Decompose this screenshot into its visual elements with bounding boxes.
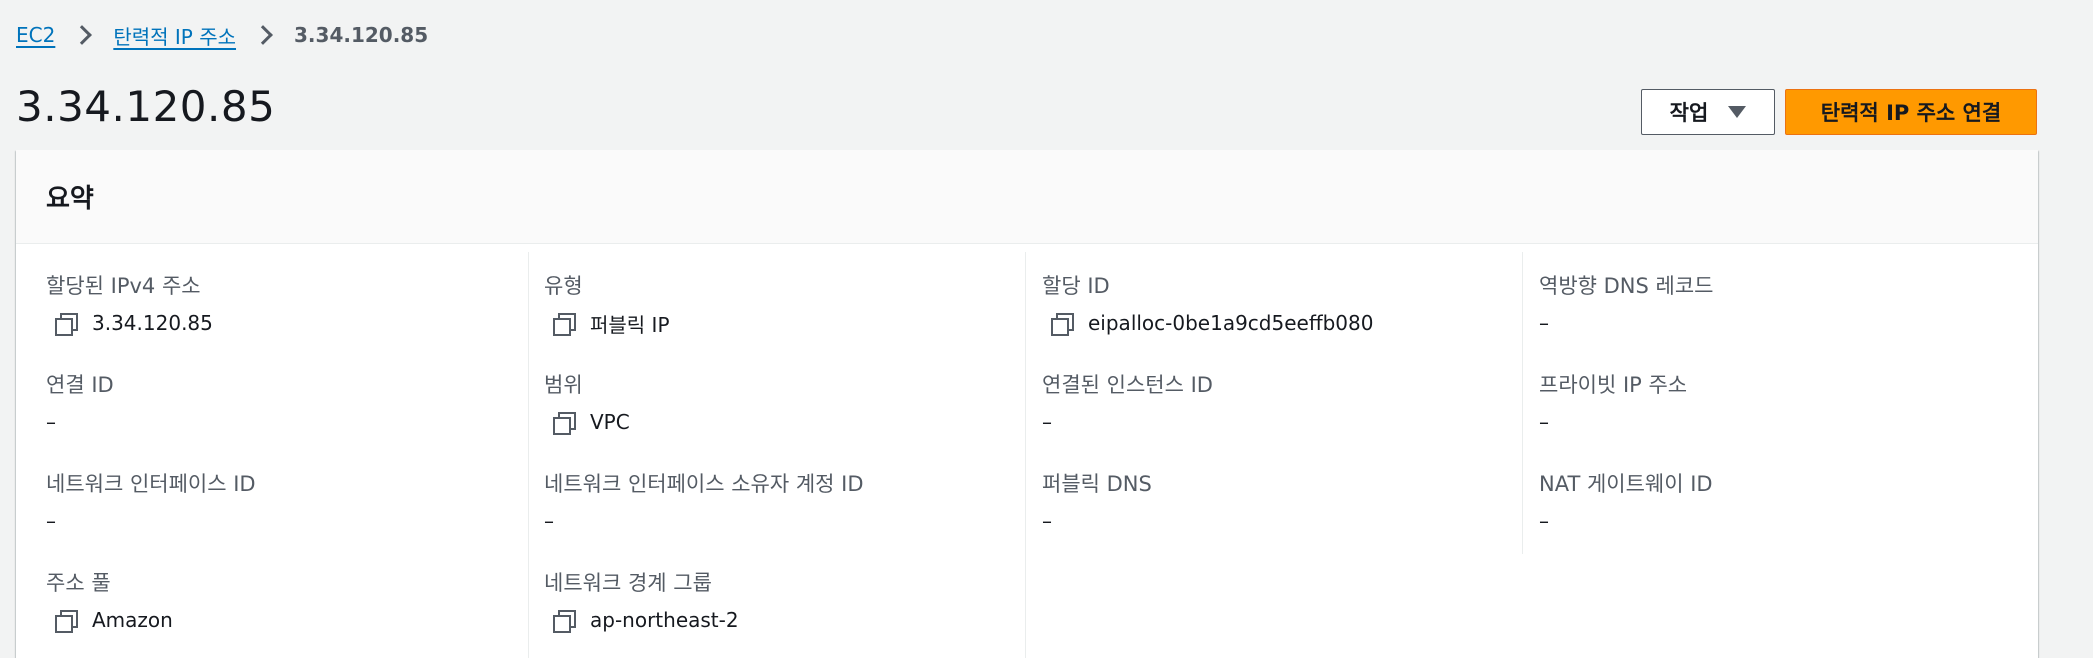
- field-value: –: [544, 508, 1004, 534]
- summary-panel-header: 요약: [16, 150, 2038, 244]
- field-value-text: VPC: [590, 410, 630, 434]
- field-value: –: [1042, 508, 1502, 534]
- column-divider: [1522, 252, 1523, 554]
- field-value-text: –: [1042, 509, 1052, 533]
- summary-grid: 할당된 IPv4 주소 3.34.120.85 연결 ID – 네트워크 인터페…: [16, 244, 2038, 658]
- field-private-ip: 프라이빗 IP 주소 –: [1539, 369, 1999, 435]
- copy-icon[interactable]: [54, 312, 78, 336]
- field-value-text: –: [1539, 410, 1549, 434]
- field-value-text: –: [46, 410, 56, 434]
- field-value-text: eipalloc-0be1a9cd5eeffb080: [1088, 311, 1374, 335]
- field-value: –: [1539, 310, 1999, 336]
- field-network-interface-owner: 네트워크 인터페이스 소유자 계정 ID –: [544, 468, 1004, 534]
- field-label: 퍼블릭 DNS: [1042, 472, 1152, 496]
- field-value-text: –: [46, 509, 56, 533]
- field-public-dns: 퍼블릭 DNS –: [1042, 468, 1502, 534]
- field-nat-gateway-id: NAT 게이트웨이 ID –: [1539, 468, 1999, 534]
- field-reverse-dns: 역방향 DNS 레코드 –: [1539, 270, 1999, 336]
- associate-elastic-ip-button[interactable]: 탄력적 IP 주소 연결: [1785, 89, 2037, 135]
- field-value: 3.34.120.85: [46, 310, 506, 336]
- copy-icon[interactable]: [1050, 312, 1074, 336]
- field-scope: 범위 VPC: [544, 369, 1004, 435]
- field-allocated-ipv4: 할당된 IPv4 주소 3.34.120.85: [46, 270, 506, 336]
- field-value-text: 퍼블릭 IP: [590, 312, 670, 337]
- copy-icon[interactable]: [552, 312, 576, 336]
- field-value-text: –: [1539, 311, 1549, 335]
- copy-icon[interactable]: [552, 609, 576, 633]
- copy-icon[interactable]: [552, 411, 576, 435]
- chevron-right-icon: [253, 25, 273, 45]
- breadcrumb-elastic-ips-link[interactable]: 탄력적 IP 주소: [113, 21, 236, 50]
- column-divider: [1025, 252, 1026, 658]
- copy-icon[interactable]: [54, 609, 78, 633]
- breadcrumb-ec2-link[interactable]: EC2: [16, 23, 55, 47]
- summary-panel: 요약 할당된 IPv4 주소 3.34.120.85 연결 ID – 네트워크 …: [16, 150, 2038, 658]
- field-allocation-id: 할당 ID eipalloc-0be1a9cd5eeffb080: [1042, 270, 1502, 336]
- field-value: Amazon: [46, 607, 506, 633]
- field-value-text: Amazon: [92, 608, 173, 632]
- field-network-interface-id: 네트워크 인터페이스 ID –: [46, 468, 506, 534]
- field-network-border-group: 네트워크 경계 그룹 ap-northeast-2: [544, 567, 1004, 633]
- column-divider: [528, 252, 529, 658]
- field-label: 할당 ID: [1042, 274, 1110, 298]
- field-label: 네트워크 인터페이스 소유자 계정 ID: [544, 472, 864, 496]
- field-value: –: [1539, 508, 1999, 534]
- field-value-text: –: [544, 509, 554, 533]
- field-label: 할당된 IPv4 주소: [46, 274, 201, 298]
- field-label: 역방향 DNS 레코드: [1539, 274, 1714, 298]
- field-label: 네트워크 경계 그룹: [544, 571, 712, 595]
- caret-down-icon: [1728, 106, 1747, 118]
- field-label: 연결 ID: [46, 373, 114, 397]
- actions-button-label: 작업: [1669, 101, 1709, 125]
- page: EC2 탄력적 IP 주소 3.34.120.85 3.34.120.85 작업…: [0, 0, 2093, 658]
- breadcrumb: EC2 탄력적 IP 주소 3.34.120.85: [16, 20, 428, 50]
- field-type: 유형 퍼블릭 IP: [544, 270, 1004, 337]
- field-association-id: 연결 ID –: [46, 369, 506, 435]
- field-label: NAT 게이트웨이 ID: [1539, 472, 1713, 496]
- field-value-text: –: [1042, 410, 1052, 434]
- field-label: 네트워크 인터페이스 ID: [46, 472, 256, 496]
- field-associated-instance-id: 연결된 인스턴스 ID –: [1042, 369, 1502, 435]
- field-address-pool: 주소 풀 Amazon: [46, 567, 506, 633]
- field-value: –: [1042, 409, 1502, 435]
- actions-dropdown-button[interactable]: 작업: [1641, 89, 1775, 135]
- summary-title: 요약: [46, 184, 94, 214]
- breadcrumb-current: 3.34.120.85: [294, 23, 429, 47]
- associate-button-label: 탄력적 IP 주소 연결: [1820, 101, 2002, 125]
- field-value: –: [46, 508, 506, 534]
- field-value-text: 3.34.120.85: [92, 311, 213, 335]
- chevron-right-icon: [72, 25, 93, 45]
- field-label: 유형: [544, 274, 583, 298]
- page-title: 3.34.120.85: [16, 82, 276, 131]
- field-label: 주소 풀: [46, 571, 111, 595]
- field-value: VPC: [544, 409, 1004, 435]
- field-value: –: [1539, 409, 1999, 435]
- field-value-text: –: [1539, 509, 1549, 533]
- field-label: 범위: [544, 373, 583, 397]
- field-value-text: ap-northeast-2: [590, 608, 739, 632]
- field-value: 퍼블릭 IP: [544, 310, 1004, 337]
- field-value: –: [46, 409, 506, 435]
- field-value: eipalloc-0be1a9cd5eeffb080: [1042, 310, 1502, 336]
- field-label: 프라이빗 IP 주소: [1539, 373, 1688, 397]
- field-label: 연결된 인스턴스 ID: [1042, 373, 1213, 397]
- field-value: ap-northeast-2: [544, 607, 1004, 633]
